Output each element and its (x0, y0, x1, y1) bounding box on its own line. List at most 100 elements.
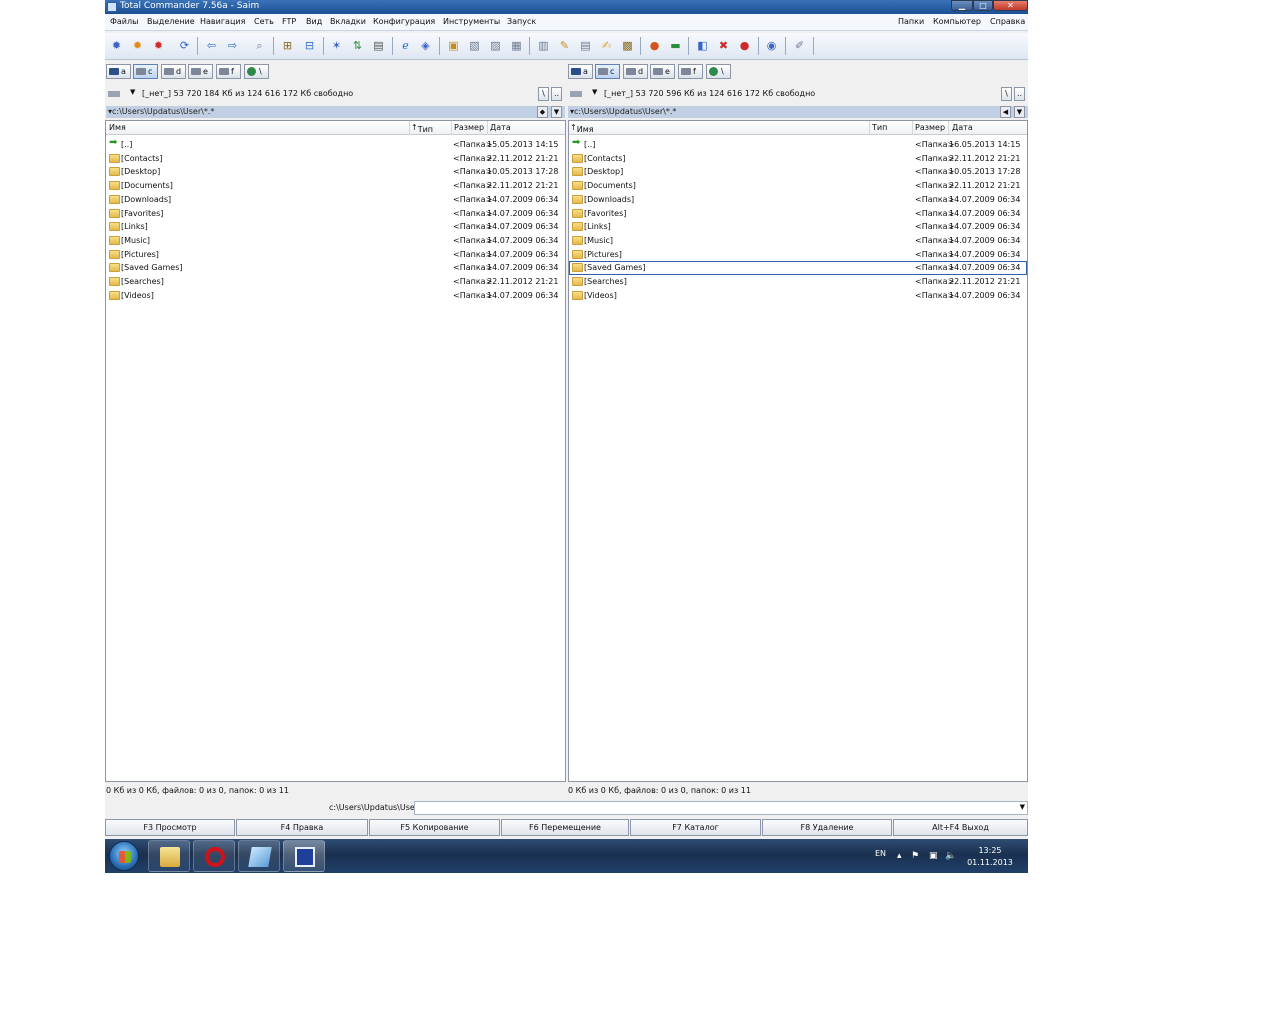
start-button[interactable] (109, 841, 139, 871)
tool-c-icon[interactable]: ● (738, 39, 751, 52)
menu-tabs[interactable]: Вкладки (330, 17, 366, 26)
history-icon[interactable]: ◀ (1000, 106, 1011, 118)
table-row[interactable]: [Desktop] <Папка> 10.05.2013 17:28 (106, 165, 565, 179)
right-file-panel[interactable]: ↑ Имя Тип Размер Дата ➡ [..] <Папка> 16.05.2… (568, 120, 1028, 782)
chevron-down-icon[interactable]: ▼ (1020, 803, 1025, 811)
lister-icon[interactable]: ▥ (537, 39, 550, 52)
tool-d-icon[interactable]: ◉ (765, 39, 778, 52)
tool-a-icon[interactable]: ◧ (696, 39, 709, 52)
table-row[interactable]: [Videos] <Папка> 14.07.2009 06:34 (569, 289, 1027, 303)
history-icon[interactable]: ◆ (537, 106, 548, 118)
system-clock[interactable]: 13:25 01.11.2013 (965, 845, 1015, 869)
right-drive-d[interactable]: d (623, 64, 648, 79)
internet-explorer-icon[interactable]: ℯ (399, 39, 412, 52)
taskbar-total-commander[interactable] (283, 840, 325, 872)
table-row[interactable]: [Pictures] <Папка> 14.07.2009 06:34 (569, 248, 1027, 262)
volume-icon[interactable]: 🔈 (945, 851, 956, 861)
table-row[interactable]: [Searches] <Папка> 22.11.2012 21:21 (569, 275, 1027, 289)
show-hidden-icons-icon[interactable]: ▴ (897, 851, 902, 861)
column-type[interactable]: ↑ Тип (411, 123, 433, 134)
settings-gear-red-icon[interactable]: ✹ (152, 39, 165, 52)
left-drive-c[interactable]: c (133, 64, 158, 79)
search-icon[interactable]: ⌕ (253, 39, 266, 52)
left-drive-d[interactable]: d (161, 64, 186, 79)
tree-view-icon[interactable]: ⊞ (281, 39, 294, 52)
tool-b-icon[interactable]: ✖ (717, 39, 730, 52)
column-type[interactable]: Тип (872, 123, 887, 132)
left-drive-f[interactable]: f (216, 64, 241, 79)
attributes-icon[interactable]: ▩ (621, 39, 634, 52)
right-drive-e[interactable]: e (650, 64, 675, 79)
left-drive-network[interactable]: \ (244, 64, 269, 79)
f4-edit-button[interactable]: F4 Правка (236, 819, 368, 836)
clipboard-icon[interactable]: ▤ (372, 39, 385, 52)
refresh-icon[interactable]: ⟳ (178, 39, 191, 52)
column-date[interactable]: Дата (952, 123, 973, 132)
back-arrow-icon[interactable]: ⇦ (205, 39, 218, 52)
column-size[interactable]: Размер (454, 123, 484, 132)
right-drive-network[interactable]: \ (706, 64, 731, 79)
sync-dirs-icon[interactable]: ▦ (510, 39, 523, 52)
menu-ftp[interactable]: FTP (282, 17, 296, 26)
table-row[interactable]: [Music] <Папка> 14.07.2009 06:34 (569, 234, 1027, 248)
settings-gear-blue-icon[interactable]: ✹ (110, 39, 123, 52)
f3-view-button[interactable]: F3 Просмотр (105, 819, 235, 836)
parent-dir-row[interactable]: ➡ [..] <Папка> 16.05.2013 14:15 (569, 137, 1027, 152)
table-row[interactable]: [Documents] <Папка> 22.11.2012 21:21 (106, 179, 565, 193)
left-drive-select[interactable]: ▼ (106, 87, 138, 101)
menu-files[interactable]: Файлы (110, 17, 138, 26)
menu-launch[interactable]: Запуск (507, 17, 536, 26)
network-icon[interactable]: ◈ (419, 39, 432, 52)
tree-view-panel-icon[interactable]: ⊟ (303, 39, 316, 52)
multirename-icon[interactable]: ✎ (558, 39, 571, 52)
taskbar-opera[interactable] (193, 840, 235, 872)
right-drive-select[interactable]: ▼ (568, 87, 600, 101)
forward-arrow-icon[interactable]: ⇨ (226, 39, 239, 52)
left-root-button[interactable]: \ (538, 87, 549, 101)
alt-f4-exit-button[interactable]: Alt+F4 Выход (893, 819, 1028, 836)
minimize-button[interactable]: ▁ (951, 0, 973, 11)
table-row[interactable]: [Saved Games] <Папка> 14.07.2009 06:34 (106, 261, 565, 275)
table-row[interactable]: [Videos] <Папка> 14.07.2009 06:34 (106, 289, 565, 303)
f6-move-button[interactable]: F6 Перемещение (501, 819, 629, 836)
language-indicator[interactable]: EN (875, 849, 886, 858)
menu-network[interactable]: Сеть (254, 17, 274, 26)
f5-copy-button[interactable]: F5 Копирование (369, 819, 500, 836)
right-path-bar[interactable]: ▾c:\Users\Updatus\User\*.* ◀ ▼ (568, 106, 1028, 118)
table-row[interactable]: [Desktop] <Папка> 10.05.2013 17:28 (569, 165, 1027, 179)
table-row[interactable]: [Searches] <Папка> 22.11.2012 21:21 (106, 275, 565, 289)
f7-mkdir-button[interactable]: F7 Каталог (630, 819, 761, 836)
column-name[interactable]: ↑ Имя (570, 123, 594, 134)
wand-icon[interactable]: ✶ (330, 39, 343, 52)
left-up-button[interactable]: .. (551, 87, 562, 101)
right-root-button[interactable]: \ (1001, 87, 1012, 101)
menu-configuration[interactable]: Конфигурация (373, 17, 435, 26)
table-row[interactable]: [Favorites] <Папка> 14.07.2009 06:34 (569, 207, 1027, 221)
table-row[interactable]: [Music] <Папка> 14.07.2009 06:34 (106, 234, 565, 248)
right-drive-a[interactable]: a (568, 64, 593, 79)
menu-folders[interactable]: Папки (898, 17, 924, 26)
menu-navigation[interactable]: Навигация (200, 17, 245, 26)
table-row[interactable]: [Documents] <Папка> 22.11.2012 21:21 (569, 179, 1027, 193)
table-row[interactable]: [Links] <Папка> 14.07.2009 06:34 (569, 220, 1027, 234)
ftp-connect-icon[interactable]: ▬ (669, 39, 682, 52)
chevron-down-icon[interactable]: ▼ (1014, 106, 1025, 118)
left-file-panel[interactable]: Имя ↑ Тип Размер Дата ➡ [..] <Папка> 15.05.2… (105, 120, 566, 782)
command-line-input[interactable]: ▼ (414, 801, 1028, 815)
compare-icon[interactable]: ⇅ (351, 39, 364, 52)
table-row[interactable]: [Contacts] <Папка> 22.11.2012 21:21 (569, 152, 1027, 166)
compare-files-icon[interactable]: ▨ (489, 39, 502, 52)
settings-gear-orange-icon[interactable]: ✹ (131, 39, 144, 52)
edit-icon[interactable]: ✍ (600, 39, 613, 52)
left-path-bar[interactable]: ▾c:\Users\Updatus\User\*.* ◆ ▼ (106, 106, 565, 118)
column-size[interactable]: Размер (915, 123, 945, 132)
column-date[interactable]: Дата (490, 123, 511, 132)
table-row[interactable]: [Links] <Папка> 14.07.2009 06:34 (106, 220, 565, 234)
table-row[interactable]: [Downloads] <Папка> 14.07.2009 06:34 (106, 193, 565, 207)
action-center-flag-icon[interactable]: ⚑ (911, 851, 919, 861)
taskbar-explorer[interactable] (148, 840, 190, 872)
copy-names-icon[interactable]: ▤ (579, 39, 592, 52)
menu-selection[interactable]: Выделение (147, 17, 195, 26)
table-row[interactable]: [Contacts] <Папка> 22.11.2012 21:21 (106, 152, 565, 166)
pack-icon[interactable]: ▣ (447, 39, 460, 52)
